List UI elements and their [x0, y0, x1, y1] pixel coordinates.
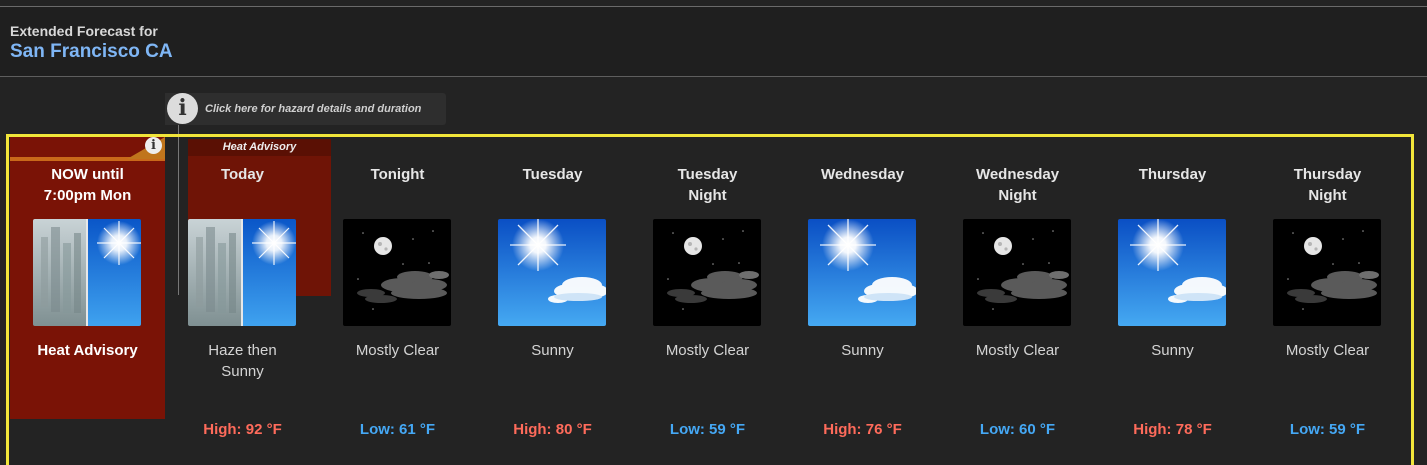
sunny-icon[interactable]: [808, 219, 916, 326]
period-name: Tonight: [320, 164, 475, 185]
period-description-line1: Sunny: [841, 342, 884, 359]
period-name-line1: Tonight: [370, 166, 425, 183]
period-name-line1: Today: [220, 166, 265, 183]
period-name: Tuesday: [475, 164, 630, 185]
period-description: Mostly Clear: [630, 340, 785, 361]
haze-then-sunny-icon[interactable]: [188, 219, 296, 326]
period-name-line2: Night: [688, 187, 727, 204]
period-description-line2: Sunny: [221, 363, 264, 380]
period-description-line1: Sunny: [531, 342, 574, 359]
high-temperature: High: 80 °F: [513, 421, 592, 438]
period-name: Wednesday: [785, 164, 940, 185]
header-subtitle: Extended Forecast for: [10, 23, 158, 39]
period-description-line1: Mostly Clear: [355, 342, 440, 359]
period-description: Haze then Sunny: [165, 340, 320, 382]
period-name-line2: Night: [1308, 187, 1347, 204]
high-temperature: High: 92 °F: [203, 421, 282, 438]
low-temperature: Low: 61 °F: [359, 421, 436, 438]
period-name: Tuesday Night: [630, 164, 785, 206]
period-description-line1: Mostly Clear: [665, 342, 750, 359]
period-name-line2: 7:00pm Mon: [43, 187, 132, 204]
mostly-clear-night-icon[interactable]: [653, 219, 761, 326]
period-name: Thursday: [1095, 164, 1250, 185]
period-name-line2: Night: [998, 187, 1037, 204]
period-name: Thursday Night: [1250, 164, 1405, 206]
period-description: Heat Advisory: [37, 342, 138, 359]
low-temperature: Low: 59 °F: [1289, 421, 1366, 438]
period-description-line1: Haze then: [208, 342, 277, 359]
period-description: Sunny: [475, 340, 630, 361]
period-name: Today: [165, 164, 320, 185]
period-description: Sunny: [1095, 340, 1250, 361]
info-icon: i: [167, 93, 198, 124]
mostly-clear-night-icon[interactable]: [343, 219, 451, 326]
low-temperature: Low: 59 °F: [669, 421, 746, 438]
period-name-line1: Thursday: [1138, 166, 1207, 183]
period-name-line1: Wednesday: [820, 166, 905, 183]
period-name-line1: Tuesday: [677, 166, 738, 183]
period-description: Mostly Clear: [320, 340, 475, 361]
high-temperature: High: 78 °F: [1133, 421, 1212, 438]
period-description-line1: Mostly Clear: [1285, 342, 1370, 359]
hazard-details-link[interactable]: i Click here for hazard details and dura…: [165, 93, 446, 125]
period-description-line1: Sunny: [1151, 342, 1194, 359]
mostly-clear-night-icon[interactable]: [963, 219, 1071, 326]
heat-advisory-tab-label: Heat Advisory: [188, 139, 331, 156]
period-description-line1: Mostly Clear: [975, 342, 1060, 359]
period-name-line1: Tuesday: [522, 166, 583, 183]
mostly-clear-night-icon[interactable]: [1273, 219, 1381, 326]
haze-then-sunny-icon[interactable]: [33, 219, 141, 326]
now-info-icon[interactable]: i: [145, 137, 162, 154]
location-title: San Francisco CA: [10, 41, 173, 62]
sunny-icon[interactable]: [1118, 219, 1226, 326]
period-name: Wednesday Night: [940, 164, 1095, 206]
period-description: Mostly Clear: [1250, 340, 1405, 361]
sunny-icon[interactable]: [498, 219, 606, 326]
page-header: Extended Forecast for San Francisco CA: [0, 7, 1427, 76]
high-temperature: High: 76 °F: [823, 421, 902, 438]
low-temperature: Low: 60 °F: [979, 421, 1056, 438]
period-name-line1: Wednesday: [975, 166, 1060, 183]
header-divider: [0, 76, 1427, 77]
hazard-details-text: Click here for hazard details and durati…: [205, 103, 422, 115]
period-name: NOW until 7:00pm Mon: [10, 164, 165, 206]
period-description: Mostly Clear: [940, 340, 1095, 361]
period-name-line1: NOW until: [51, 166, 124, 183]
period-name-line1: Thursday: [1293, 166, 1362, 183]
period-description: Sunny: [785, 340, 940, 361]
